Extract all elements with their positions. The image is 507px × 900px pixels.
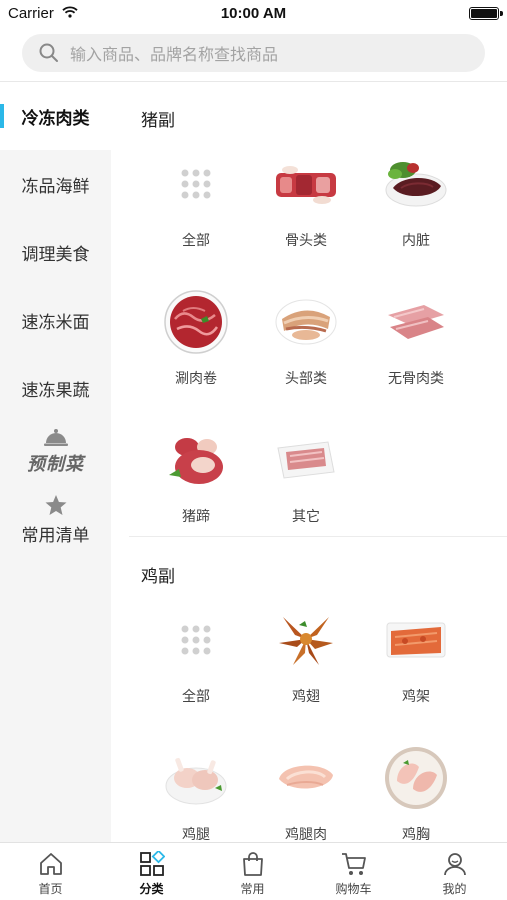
search-placeholder: 输入商品、品牌名称查找商品 <box>70 47 279 64</box>
grid-dots-icon <box>160 148 232 220</box>
tab-label: 常用 <box>240 882 265 896</box>
category-content: 猪副 全部 骨头类 内脏 涮肉卷 头部类 无骨肉类 猪蹄 其它 鸡副 全部 鸡翅… <box>111 82 507 842</box>
chicken-breast-image <box>380 742 452 814</box>
category-item-label: 鸡腿肉 <box>285 826 327 842</box>
sidebar-item-label: 冷冻肉类 <box>21 108 90 128</box>
section-title-chicken: 鸡副 <box>141 567 175 586</box>
category-item-label: 涮肉卷 <box>175 370 217 386</box>
sidebar-item-label: 调理美食 <box>21 244 90 264</box>
search-input[interactable]: 输入商品、品牌名称查找商品 <box>22 34 485 72</box>
sidebar-item-frozen-noodles[interactable]: 速冻米面 <box>0 286 111 354</box>
user-icon <box>443 853 466 876</box>
grid-dots-icon <box>160 604 232 676</box>
home-icon <box>39 853 62 875</box>
pork-head-image <box>270 286 342 358</box>
sidebar-item-prepared-food[interactable]: 调理美食 <box>0 218 111 286</box>
category-item-chicken-legs[interactable]: 鸡腿 <box>141 742 251 842</box>
category-item-pork-head[interactable]: 头部类 <box>251 286 361 406</box>
clock: 10:00 AM <box>220 5 287 22</box>
tab-profile[interactable]: 我的 <box>404 843 505 900</box>
category-item-label: 鸡架 <box>402 688 430 704</box>
category-item-label: 头部类 <box>285 370 327 386</box>
sidebar-item-label: 速冻果蔬 <box>21 380 90 400</box>
category-sidebar: 冷冻肉类 冻品海鲜 调理美食 速冻米面 速冻果蔬 预制菜 常用清单 <box>0 82 111 842</box>
category-icon <box>139 851 165 876</box>
pork-bones-image <box>270 148 342 220</box>
category-item-chicken-all[interactable]: 全部 <box>141 604 251 724</box>
category-item-label: 鸡胸 <box>402 826 430 842</box>
status-bar: Carrier 10:00 AM <box>0 0 507 28</box>
sidebar-item-frozen-meat[interactable]: 冷冻肉类 <box>0 82 111 150</box>
sidebar-item-frozen-produce[interactable]: 速冻果蔬 <box>0 354 111 422</box>
category-item-trotters[interactable]: 猪蹄 <box>141 424 251 544</box>
tab-frequent[interactable]: 常用 <box>202 843 303 900</box>
tab-label: 我的 <box>442 882 467 896</box>
category-item-chicken-thigh-meat[interactable]: 鸡腿肉 <box>251 742 361 842</box>
category-item-label: 鸡腿 <box>182 826 210 842</box>
tab-label: 购物车 <box>335 882 372 896</box>
category-item-label: 鸡翅 <box>292 688 320 704</box>
category-item-chicken-wings[interactable]: 鸡翅 <box>251 604 361 724</box>
sidebar-item-label: 冻品海鲜 <box>21 176 90 196</box>
category-item-label: 无骨肉类 <box>388 370 444 386</box>
sidebar-item-prepared-dishes[interactable]: 预制菜 <box>0 428 111 476</box>
category-item-label: 猪蹄 <box>182 508 210 524</box>
favorites-label: 常用清单 <box>21 526 90 545</box>
section-divider <box>129 536 507 537</box>
category-item-label: 内脏 <box>402 232 430 248</box>
category-item-label: 全部 <box>182 688 210 704</box>
category-item-pork-bones[interactable]: 骨头类 <box>251 148 361 268</box>
section-title-pork: 猪副 <box>141 111 175 130</box>
sidebar-item-favorites[interactable]: 常用清单 <box>0 494 111 546</box>
tab-label: 首页 <box>38 882 63 896</box>
chicken-legs-image <box>160 742 232 814</box>
category-item-pork-offal[interactable]: 内脏 <box>361 148 471 268</box>
tab-home[interactable]: 首页 <box>0 843 101 900</box>
active-indicator <box>0 104 4 128</box>
category-item-label: 其它 <box>292 508 320 524</box>
category-item-chicken-frame[interactable]: 鸡架 <box>361 604 471 724</box>
bag-icon <box>242 852 263 876</box>
category-item-label: 骨头类 <box>285 232 327 248</box>
bottom-tab-bar: 首页 分类 常用 购物车 我的 <box>0 842 507 900</box>
cloche-icon <box>43 429 68 446</box>
meat-roll-image <box>160 286 232 358</box>
pork-liver-image <box>380 148 452 220</box>
chicken-wings-image <box>270 604 342 676</box>
tab-category[interactable]: 分类 <box>101 843 202 900</box>
category-item-meat-rolls[interactable]: 涮肉卷 <box>141 286 251 406</box>
tab-cart[interactable]: 购物车 <box>303 843 404 900</box>
battery-icon <box>469 7 503 20</box>
sidebar-item-label: 速冻米面 <box>21 312 90 332</box>
sidebar-item-frozen-seafood[interactable]: 冻品海鲜 <box>0 150 111 218</box>
search-icon <box>39 43 58 62</box>
prepared-dishes-logo: 预制菜 <box>27 454 84 475</box>
chicken-thigh-image <box>270 742 342 814</box>
category-item-pork-other[interactable]: 其它 <box>251 424 361 544</box>
category-item-boneless-meat[interactable]: 无骨肉类 <box>361 286 471 406</box>
cart-icon <box>341 853 366 875</box>
star-icon <box>45 495 66 515</box>
category-item-label: 全部 <box>182 232 210 248</box>
category-item-chicken-breast[interactable]: 鸡胸 <box>361 742 471 842</box>
other-pork-image <box>270 424 342 496</box>
boneless-meat-image <box>380 286 452 358</box>
pig-trotter-image <box>160 424 232 496</box>
tab-label: 分类 <box>139 882 164 896</box>
category-item-pork-all[interactable]: 全部 <box>141 148 251 268</box>
chicken-frame-image <box>380 604 452 676</box>
